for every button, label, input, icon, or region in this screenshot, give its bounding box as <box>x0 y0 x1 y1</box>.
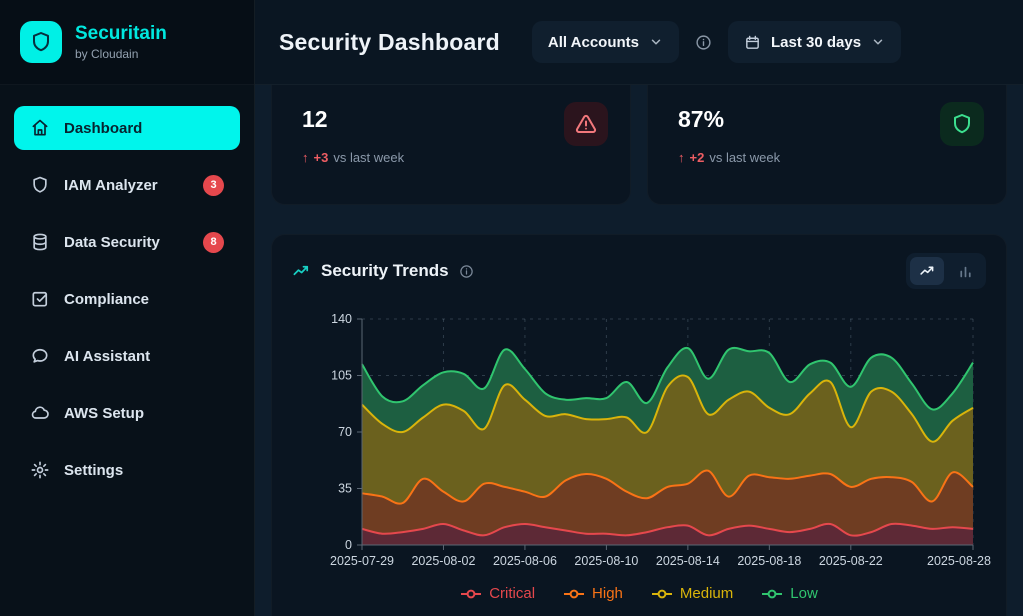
arrow-up-icon: ↑ <box>678 150 685 165</box>
sidebar-nav: Dashboard IAM Analyzer 3 Data Security 8 Comp… <box>0 85 254 513</box>
account-filter-dropdown[interactable]: All Accounts <box>532 21 679 63</box>
x-axis-tick-label: 2025-08-06 <box>493 554 557 568</box>
legend-item-low[interactable]: Low <box>761 585 818 602</box>
sidebar-item-label: Data Security <box>64 234 160 251</box>
sidebar: Securitain by Cloudain Dashboard IAM Anal… <box>0 0 255 616</box>
x-axis-tick-label: 2025-07-29 <box>330 554 394 568</box>
legend-label: High <box>592 585 623 602</box>
legend-label: Critical <box>489 585 535 602</box>
chevron-down-icon <box>871 35 885 49</box>
chart-legend: Critical High Medium Low <box>292 585 986 602</box>
chart-title: Security Trends <box>321 261 449 281</box>
page-title: Security Dashboard <box>279 29 500 56</box>
stat-value: 87% <box>678 106 984 133</box>
y-axis-tick-label: 140 <box>331 312 352 326</box>
chart-view-toggle <box>906 253 986 289</box>
check-square-icon <box>30 289 50 309</box>
sidebar-item-label: Dashboard <box>64 120 142 137</box>
y-axis-tick-label: 0 <box>345 538 352 552</box>
sidebar-item-label: IAM Analyzer <box>64 177 158 194</box>
info-icon[interactable] <box>459 264 474 279</box>
x-axis-tick-label: 2025-08-10 <box>574 554 638 568</box>
chat-icon <box>30 346 50 366</box>
brand-header: Securitain by Cloudain <box>0 0 254 85</box>
info-icon[interactable] <box>695 34 712 51</box>
y-axis-tick-label: 105 <box>331 369 352 383</box>
brand-byline: by Cloudain <box>75 47 167 61</box>
stat-delta: ↑ +2 vs last week <box>678 150 984 165</box>
shield-icon <box>940 102 984 146</box>
cloud-icon <box>30 403 50 423</box>
main-area: Security Dashboard All Accounts Last 30 … <box>255 0 1023 616</box>
sidebar-item-label: AWS Setup <box>64 405 144 422</box>
x-axis-tick-label: 2025-08-22 <box>819 554 883 568</box>
security-trends-card: Security Trends 035701051402025-07-29202… <box>271 234 1007 616</box>
bar-chart-view-button[interactable] <box>948 257 982 285</box>
stat-card-security-score: 87% ↑ +2 vs last week <box>647 85 1007 205</box>
notification-badge: 8 <box>203 232 224 253</box>
stat-delta: ↑ +3 vs last week <box>302 150 608 165</box>
securitain-logo-icon <box>20 21 62 63</box>
gear-icon <box>30 460 50 480</box>
brand-name: Securitain <box>75 23 167 45</box>
delta-caption: vs last week <box>333 150 404 165</box>
sidebar-item-dashboard[interactable]: Dashboard <box>14 106 240 150</box>
x-axis-tick-label: 2025-08-02 <box>411 554 475 568</box>
content-scroll-area[interactable]: 12 ↑ +3 vs last week 87% ↑ +2 vs last we… <box>255 85 1023 616</box>
legend-item-medium[interactable]: Medium <box>651 585 733 602</box>
legend-label: Low <box>790 585 818 602</box>
alert-triangle-icon <box>564 102 608 146</box>
delta-caption: vs last week <box>709 150 780 165</box>
legend-marker-icon <box>761 588 783 600</box>
security-trends-chart: 035701051402025-07-292025-08-022025-08-0… <box>362 319 973 545</box>
arrow-up-icon: ↑ <box>302 150 309 165</box>
legend-marker-icon <box>460 588 482 600</box>
sidebar-item-label: AI Assistant <box>64 348 150 365</box>
legend-item-high[interactable]: High <box>563 585 623 602</box>
sidebar-item-iam-analyzer[interactable]: IAM Analyzer 3 <box>14 163 240 207</box>
sidebar-item-compliance[interactable]: Compliance <box>14 277 240 321</box>
x-axis-tick-label: 2025-08-28 <box>927 554 991 568</box>
legend-label: Medium <box>680 585 733 602</box>
notification-badge: 3 <box>203 175 224 196</box>
date-range-dropdown[interactable]: Last 30 days <box>728 21 901 63</box>
sidebar-item-data-security[interactable]: Data Security 8 <box>14 220 240 264</box>
chart-header: Security Trends <box>292 253 986 289</box>
stat-card-critical-findings: 12 ↑ +3 vs last week <box>271 85 631 205</box>
chevron-down-icon <box>649 35 663 49</box>
stat-value: 12 <box>302 106 608 133</box>
sidebar-item-aws-setup[interactable]: AWS Setup <box>14 391 240 435</box>
delta-value: +2 <box>690 150 705 165</box>
date-range-label: Last 30 days <box>771 34 861 51</box>
delta-value: +3 <box>314 150 329 165</box>
brand-text: Securitain by Cloudain <box>75 23 167 61</box>
sidebar-item-ai-assistant[interactable]: AI Assistant <box>14 334 240 378</box>
database-icon <box>30 232 50 252</box>
sidebar-item-label: Settings <box>64 462 123 479</box>
legend-marker-icon <box>563 588 585 600</box>
sidebar-item-label: Compliance <box>64 291 149 308</box>
sidebar-item-settings[interactable]: Settings <box>14 448 240 492</box>
y-axis-tick-label: 35 <box>338 482 352 496</box>
legend-marker-icon <box>651 588 673 600</box>
topbar: Security Dashboard All Accounts Last 30 … <box>255 0 1023 85</box>
x-axis-tick-label: 2025-08-18 <box>737 554 801 568</box>
x-axis-tick-label: 2025-08-14 <box>656 554 720 568</box>
stats-row: 12 ↑ +3 vs last week 87% ↑ +2 vs last we… <box>271 85 1007 205</box>
shield-icon <box>30 175 50 195</box>
legend-item-critical[interactable]: Critical <box>460 585 535 602</box>
line-chart-view-button[interactable] <box>910 257 944 285</box>
trending-up-icon <box>292 262 311 281</box>
calendar-icon <box>744 34 761 51</box>
account-filter-label: All Accounts <box>548 34 639 51</box>
chart-plot-wrapper: 035701051402025-07-292025-08-022025-08-0… <box>292 319 986 545</box>
y-axis-tick-label: 70 <box>338 425 352 439</box>
home-icon <box>30 118 50 138</box>
